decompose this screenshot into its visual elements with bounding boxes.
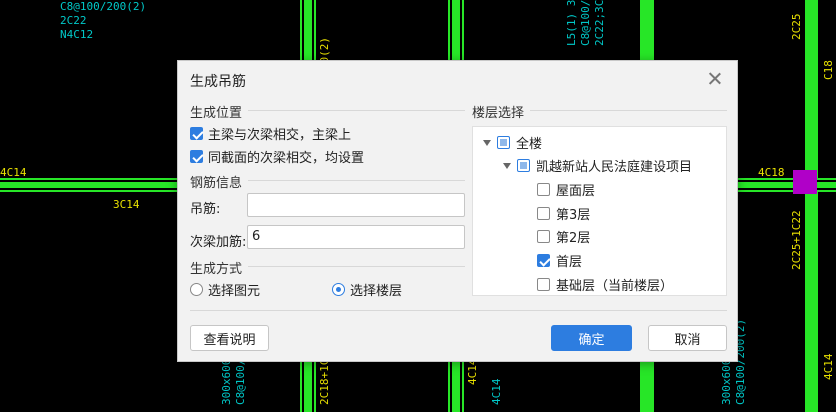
cad-annotation: 2C25: [790, 14, 803, 41]
cad-annotation: 300x600: [220, 359, 233, 405]
cad-annotation: C8@100/200(2): [60, 0, 146, 13]
cad-annotation: 4C18: [758, 166, 785, 179]
divider: [248, 180, 465, 181]
generate-hanger-dialog: 生成吊筋 生成位置 主梁与次梁相交，主梁上 同截面的次梁相交，均设置 钢筋信息 …: [177, 60, 738, 362]
section-rebar-info: 钢筋信息: [190, 176, 243, 191]
cad-annotation: C18: [822, 60, 835, 80]
radio-label: 选择图元: [208, 284, 261, 299]
tree-node-label: 第3层: [556, 208, 591, 223]
cad-annotation: 4C14: [822, 353, 835, 380]
tree-node-label: 第2层: [556, 231, 591, 246]
checkbox-unchecked-icon[interactable]: [537, 207, 550, 220]
cad-annotation: 2C18+1C: [318, 359, 331, 405]
radio-select-floor[interactable]: 选择楼层: [332, 280, 402, 299]
help-button[interactable]: 查看说明: [190, 325, 269, 351]
tree-node-floor[interactable]: 第2层: [537, 227, 590, 246]
cad-annotation: 300x600: [720, 359, 733, 405]
expand-arrow-icon[interactable]: [503, 162, 511, 169]
section-generate-position: 生成位置: [190, 106, 243, 121]
cad-annotation: 4C14: [490, 378, 503, 405]
checkbox-checked-icon[interactable]: [190, 127, 203, 140]
cad-annotation: 4C14: [466, 358, 479, 385]
ok-button[interactable]: 确定: [551, 325, 632, 351]
secondary-beam-label: 次梁加筋:: [190, 235, 247, 250]
option-same-section[interactable]: 同截面的次梁相交，均设置: [190, 147, 364, 166]
divider: [530, 110, 727, 111]
close-icon[interactable]: [705, 69, 725, 89]
cancel-button[interactable]: 取消: [648, 325, 727, 351]
section-floor-select: 楼层选择: [472, 106, 525, 121]
tree-node-floor[interactable]: 首层: [537, 251, 582, 270]
column-marker: [793, 170, 817, 194]
cad-annotation: L5(1) 300x60: [565, 0, 578, 46]
tree-node-floor[interactable]: 基础层（当前楼层）: [537, 275, 673, 294]
checkbox-partial-icon[interactable]: [497, 136, 510, 149]
cad-annotation: 2C25+1C22: [790, 210, 803, 270]
divider: [248, 110, 465, 111]
option-main-beam[interactable]: 主梁与次梁相交，主梁上: [190, 124, 351, 143]
dialog-title: 生成吊筋: [190, 74, 246, 90]
tree-node-label: 凯越新站人民法庭建设项目: [536, 160, 693, 175]
tree-node-label: 屋面层: [556, 184, 596, 199]
cad-annotation: N4C12: [60, 28, 93, 41]
divider: [248, 266, 465, 267]
tree-node-label: 全楼: [516, 137, 543, 152]
tree-node-floor[interactable]: 第3层: [537, 204, 590, 223]
expand-arrow-icon[interactable]: [483, 139, 491, 146]
section-generate-mode: 生成方式: [190, 262, 243, 277]
checkbox-unchecked-icon[interactable]: [537, 278, 550, 291]
tree-node-label: 首层: [556, 255, 583, 270]
radio-selected-icon[interactable]: [332, 283, 345, 296]
floor-tree[interactable]: 全楼 凯越新站人民法庭建设项目 屋面层 第3层 第2层 首层 基础层（当前楼层）: [472, 126, 727, 296]
footer-divider: [190, 310, 727, 311]
cad-annotation: 2C22;3C25: [593, 0, 606, 46]
cad-annotation: 3C14: [113, 198, 140, 211]
secondary-beam-input[interactable]: 6: [247, 225, 465, 249]
hanger-input[interactable]: [247, 193, 465, 217]
checkbox-unchecked-icon[interactable]: [537, 230, 550, 243]
tree-node-label: 基础层（当前楼层）: [556, 279, 674, 294]
radio-select-element[interactable]: 选择图元: [190, 280, 260, 299]
checkbox-checked-icon[interactable]: [190, 150, 203, 163]
cad-annotation: 4C14: [0, 166, 27, 179]
checkbox-checked-icon[interactable]: [537, 254, 550, 267]
radio-label: 选择楼层: [350, 284, 403, 299]
tree-node-floor[interactable]: 屋面层: [537, 180, 595, 199]
cad-annotation: 2C22: [60, 14, 87, 27]
tree-node-project[interactable]: 凯越新站人民法庭建设项目: [503, 156, 692, 175]
tree-node-all[interactable]: 全楼: [483, 133, 542, 152]
checkbox-unchecked-icon[interactable]: [537, 183, 550, 196]
option-label: 同截面的次梁相交，均设置: [208, 151, 365, 166]
cad-annotation: C8@100/200(2): [579, 0, 592, 46]
radio-unselected-icon[interactable]: [190, 283, 203, 296]
checkbox-partial-icon[interactable]: [517, 159, 530, 172]
hanger-label: 吊筋:: [190, 202, 221, 217]
option-label: 主梁与次梁相交，主梁上: [208, 128, 352, 143]
